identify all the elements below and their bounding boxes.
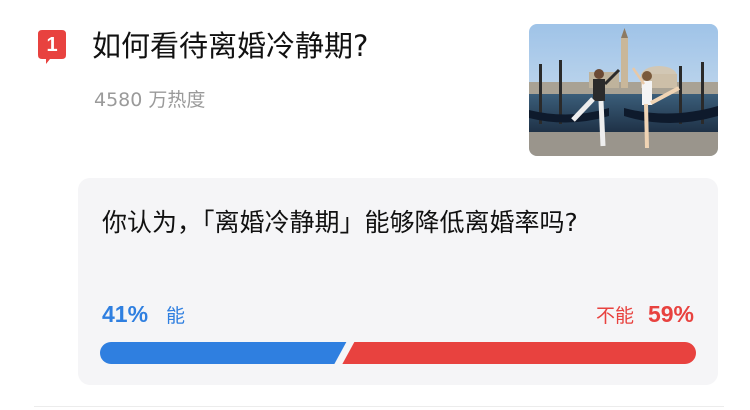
topic-thumbnail[interactable] xyxy=(529,24,718,156)
heat-count: 4580 万热度 xyxy=(94,89,206,111)
trending-item-card[interactable]: 1 如何看待离婚冷静期? 4580 万热度 你认为，「离婚冷静期」能够降低离婚率… xyxy=(0,0,750,410)
rank-number: 1 xyxy=(46,34,58,56)
yes-percent: 41% xyxy=(102,301,149,327)
poll-result-bar xyxy=(100,342,696,364)
poll-box: 你认为，「离婚冷静期」能够降低离婚率吗? 41% 能 不能 59% xyxy=(78,178,718,385)
yes-label: 能 xyxy=(166,305,186,327)
poll-bar-no xyxy=(342,342,696,364)
no-label: 不能 xyxy=(595,305,634,327)
topic-title[interactable]: 如何看待离婚冷静期? xyxy=(92,26,368,66)
no-percent: 59% xyxy=(647,301,694,327)
venice-photo-image xyxy=(529,24,718,156)
poll-bar-yes xyxy=(100,342,347,364)
poll-question: 你认为，「离婚冷静期」能够降低离婚率吗? xyxy=(102,208,578,237)
poll-option-yes[interactable]: 41% 能 xyxy=(102,299,185,332)
poll-option-no[interactable]: 不能 59% xyxy=(596,299,694,332)
item-divider xyxy=(34,406,724,407)
rank-badge: 1 xyxy=(38,30,66,64)
